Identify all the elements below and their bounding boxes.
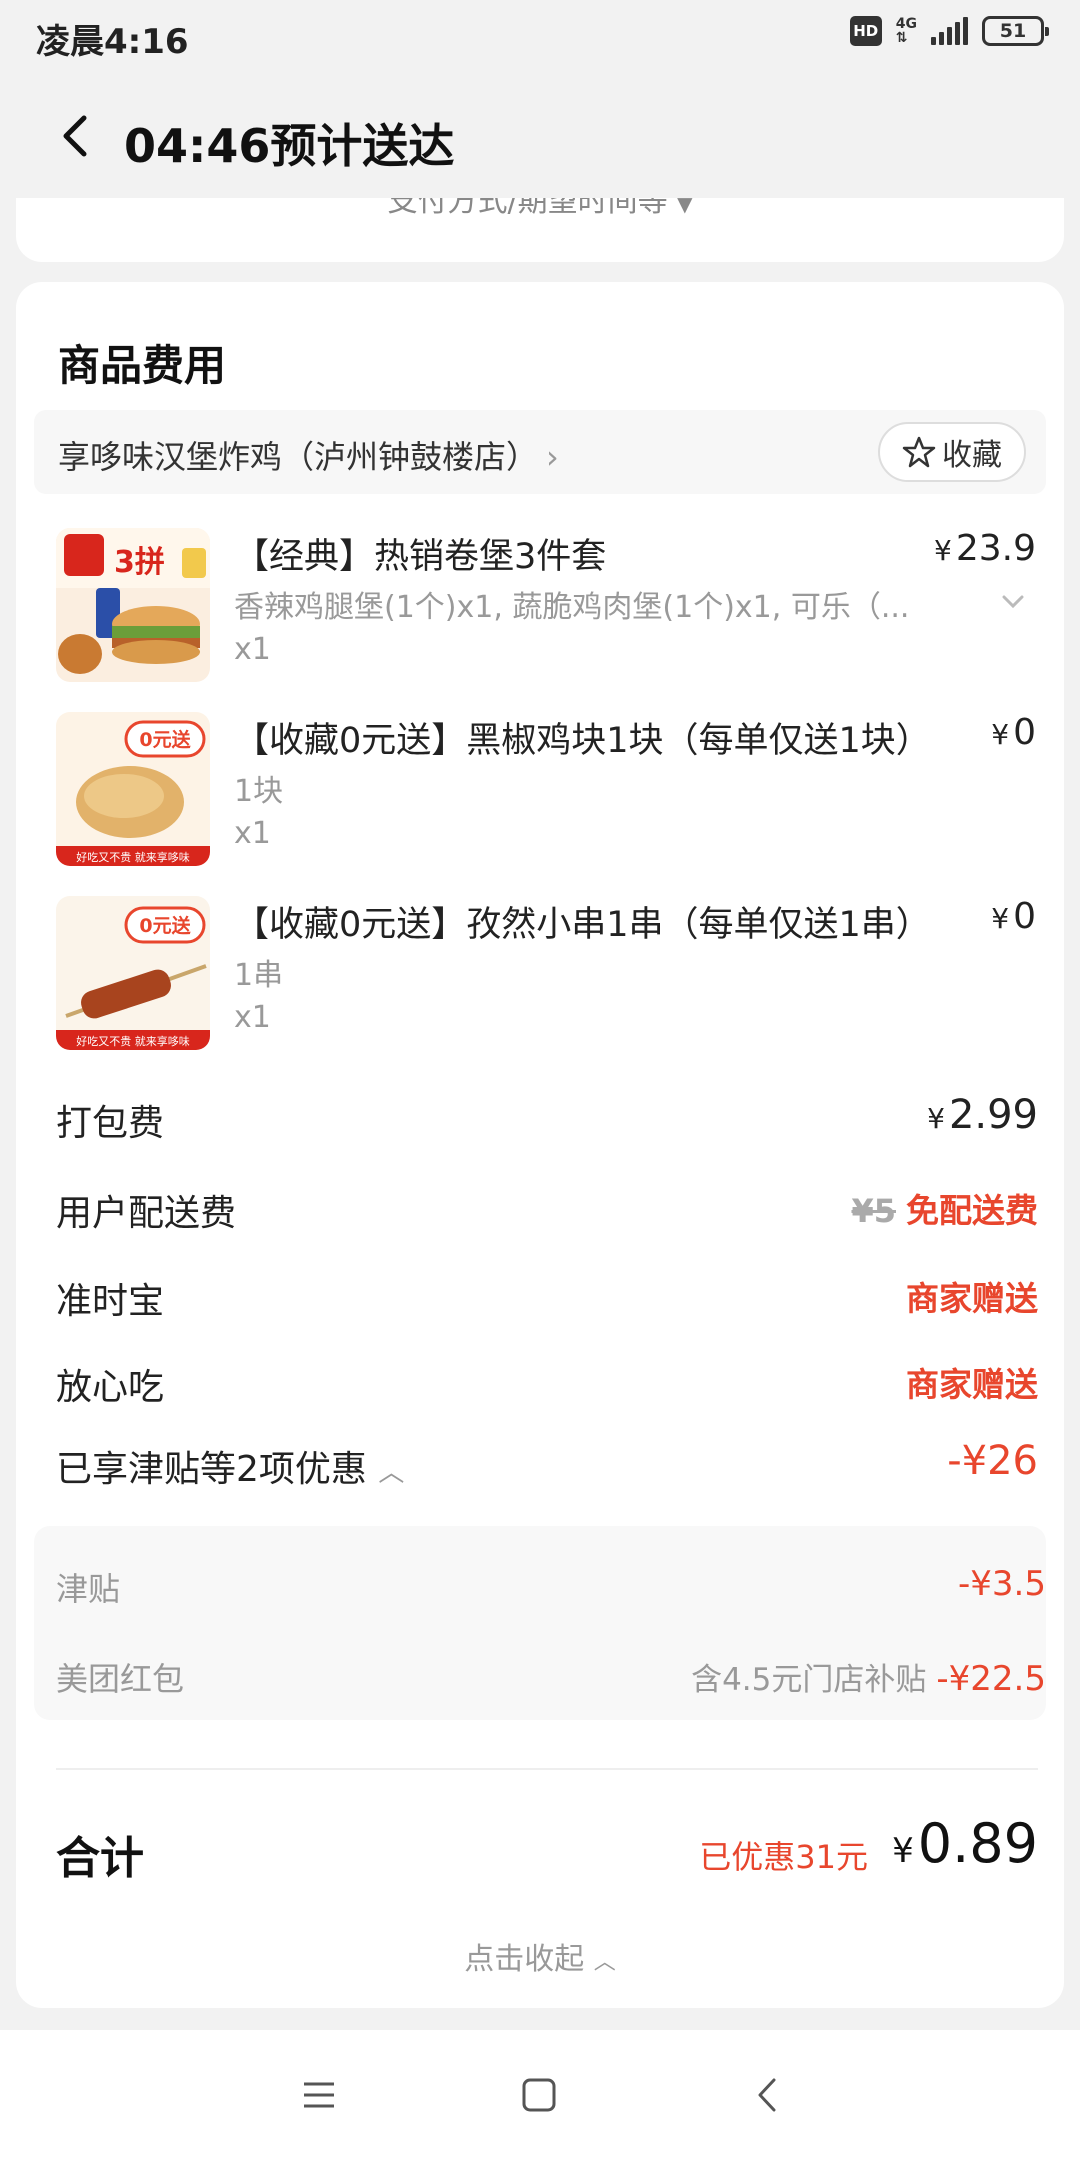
nav-back-button[interactable]	[744, 2072, 790, 2118]
order-item: 0元送 好吃又不贵 就来享哆味 【收藏0元送】孜然小串1串（每单仅送1串） ¥0…	[56, 896, 1036, 1056]
chevron-left-icon	[63, 115, 87, 157]
item-spec: 1块	[234, 774, 284, 809]
home-button[interactable]	[516, 2072, 562, 2118]
item-name: 【收藏0元送】孜然小串1串（每单仅送1串）	[234, 905, 931, 945]
discount-row: 美团红包 含4.5元门店补贴 -¥22.5	[56, 1654, 1046, 1704]
packing-fee-row: 打包费 ¥2.99	[56, 1092, 1038, 1144]
discount-summary-value: -¥26	[947, 1438, 1038, 1484]
packing-fee-label: 打包费	[56, 1103, 165, 1144]
packing-fee-value: ¥2.99	[927, 1092, 1038, 1138]
order-item: 0元送 好吃又不贵 就来享哆味 【收藏0元送】黑椒鸡块1块（每单仅送1块） ¥0…	[56, 712, 1036, 872]
delivery-original-fee: ¥5	[851, 1192, 896, 1230]
battery-icon: 51	[982, 16, 1049, 46]
network-type: 4G ⇅	[896, 17, 917, 45]
collapse-button[interactable]: 点击收起 ︿	[16, 1934, 1064, 1978]
menu-button[interactable]	[296, 2072, 342, 2118]
section-title: 商品费用	[58, 341, 227, 390]
discount-summary-row[interactable]: 已享津贴等2项优惠 ︿ -¥26	[56, 1438, 1038, 1490]
thumb-footer: 好吃又不贵 就来享哆味	[76, 1034, 190, 1048]
discount-note: 含4.5元门店补贴	[691, 1662, 927, 1698]
thumb-footer: 好吃又不贵 就来享哆味	[76, 850, 190, 864]
total-label: 合计	[56, 1833, 144, 1884]
delivery-fee-value: ¥5 免配送费	[851, 1191, 1038, 1230]
thumb-badge: 0元送	[139, 728, 191, 751]
shop-bar: 享哆味汉堡炸鸡（泸州钟鼓楼店） › 收藏	[34, 410, 1046, 494]
food-safety-row: 放心吃 商家赠送	[56, 1358, 1038, 1408]
chevron-down-icon[interactable]	[998, 586, 1028, 616]
status-bar: 凌晨4:16 HD 4G ⇅ 51	[0, 0, 1080, 70]
discount-value: -¥3.5	[958, 1564, 1046, 1604]
delivery-fee-label: 用户配送费	[56, 1193, 237, 1234]
item-name: 【经典】热销卷堡3件套	[234, 537, 607, 577]
system-nav-bar	[0, 2030, 1080, 2160]
page-title: 04:46预计送达	[124, 119, 455, 173]
page-header: 04:46预计送达	[0, 70, 1080, 198]
divider	[56, 1768, 1038, 1770]
ontime-guarantee-label: 准时宝	[56, 1281, 165, 1322]
network-label: 4G	[895, 16, 917, 32]
order-item: 3拼 【经典】热销卷堡3件套 ¥23.9 香辣鸡腿堡(1个)x1, 蔬脆鸡肉堡(…	[56, 528, 1036, 688]
data-arrows-icon: ⇅	[895, 30, 908, 46]
discount-label: 津贴	[56, 1570, 121, 1608]
item-thumbnail: 3拼	[56, 528, 210, 682]
item-name: 【收藏0元送】黑椒鸡块1块（每单仅送1块）	[234, 721, 931, 761]
discount-label: 美团红包	[56, 1660, 185, 1698]
item-qty: x1	[234, 632, 271, 667]
hd-icon: HD	[849, 16, 882, 46]
favorite-button[interactable]: 收藏	[878, 422, 1026, 482]
item-price: ¥0	[991, 712, 1036, 753]
square-icon	[522, 2078, 556, 2112]
battery-level: 51	[999, 20, 1027, 42]
chevron-up-icon: ︿	[378, 1458, 405, 1488]
item-spec: 香辣鸡腿堡(1个)x1, 蔬脆鸡肉堡(1个)x1, 可乐（...	[234, 590, 910, 625]
status-icons: HD 4G ⇅ 51	[849, 16, 1049, 46]
thumb-badge: 0元送	[139, 914, 191, 937]
thumb-badge: 3拼	[114, 545, 165, 580]
discount-details: 津贴 -¥3.5 美团红包 含4.5元门店补贴 -¥22.5	[34, 1526, 1046, 1720]
ontime-guarantee-value: 商家赠送	[906, 1279, 1038, 1318]
chevron-right-icon: ›	[546, 438, 559, 476]
chevron-up-icon: ︿	[593, 1950, 616, 1975]
shop-name: 享哆味汉堡炸鸡（泸州钟鼓楼店）	[58, 438, 539, 476]
discount-value: 含4.5元门店补贴 -¥22.5	[691, 1659, 1046, 1699]
item-thumbnail: 0元送 好吃又不贵 就来享哆味	[56, 896, 210, 1050]
item-price: ¥0	[991, 896, 1036, 937]
item-spec: 1串	[234, 958, 284, 993]
food-safety-label: 放心吃	[56, 1367, 165, 1408]
discount-summary-label: 已享津贴等2项优惠 ︿	[56, 1449, 405, 1490]
signal-icon	[931, 17, 968, 45]
item-price: ¥23.9	[934, 528, 1036, 569]
ontime-guarantee-row: 准时宝 商家赠送	[56, 1272, 1038, 1322]
star-icon	[902, 436, 936, 468]
fees-card: 商品费用 享哆味汉堡炸鸡（泸州钟鼓楼店） › 收藏 3拼 【经典】热销卷堡3件套…	[16, 282, 1064, 2008]
item-qty: x1	[234, 816, 271, 851]
food-safety-value: 商家赠送	[906, 1365, 1038, 1404]
chevron-left-icon	[758, 2078, 776, 2112]
status-time: 凌晨4:16	[36, 22, 189, 62]
discount-row: 津贴 -¥3.5	[56, 1564, 1046, 1614]
total-saved: 已优惠31元	[699, 1838, 868, 1876]
menu-icon	[304, 2082, 334, 2108]
favorite-label: 收藏	[942, 438, 1002, 473]
item-qty: x1	[234, 1000, 271, 1035]
shop-name-link[interactable]: 享哆味汉堡炸鸡（泸州钟鼓楼店） ›	[58, 432, 559, 478]
total-value: ¥0.89	[892, 1812, 1038, 1875]
delivery-fee-row: 用户配送费 ¥5 免配送费	[56, 1184, 1038, 1234]
back-button[interactable]	[54, 112, 102, 160]
item-thumbnail: 0元送 好吃又不贵 就来享哆味	[56, 712, 210, 866]
